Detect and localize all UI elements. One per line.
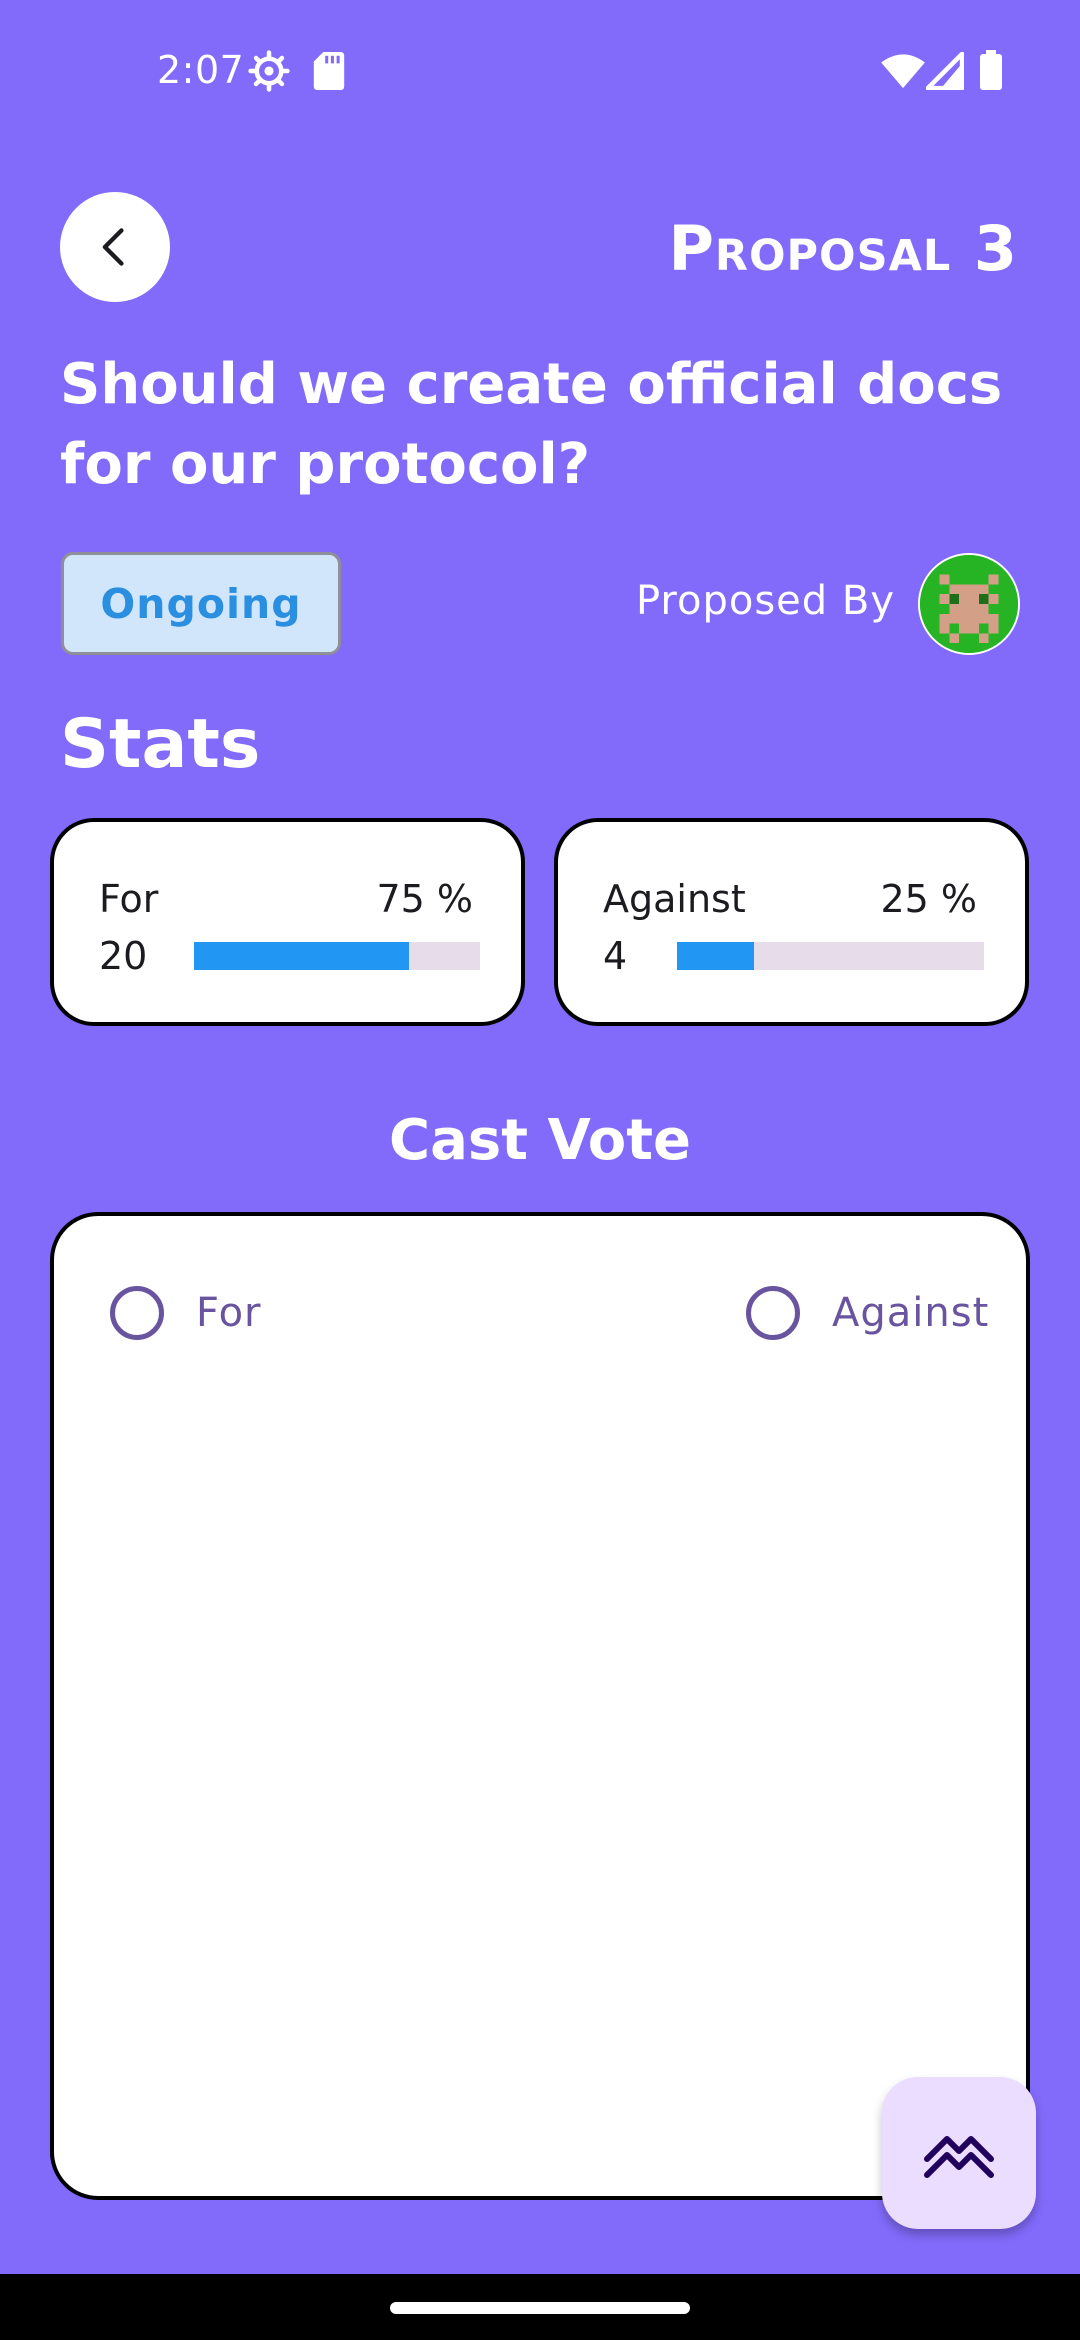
stats-fab-button[interactable]	[882, 2077, 1036, 2229]
radio-against[interactable]	[746, 1286, 800, 1340]
pixel-avatar-icon	[920, 555, 1018, 653]
status-badge: Ongoing	[61, 552, 341, 655]
radio-against-label[interactable]: Against	[832, 1290, 989, 1336]
stat-against-label: Against	[603, 877, 746, 921]
stats-heading: Stats	[60, 705, 261, 784]
stat-for-label: For	[99, 877, 159, 921]
status-bar: 2:07	[0, 0, 1080, 140]
stat-against-percent: 25 %	[880, 877, 977, 921]
stat-for-percent: 75 %	[376, 877, 473, 921]
back-button[interactable]	[60, 192, 170, 302]
signal-icon	[926, 52, 964, 90]
stat-against-count: 4	[603, 934, 628, 978]
proposed-by-label: Proposed By	[636, 578, 895, 624]
proposal-question: Should we create official docs for our p…	[60, 352, 1003, 497]
cast-vote-heading: Cast Vote	[389, 1108, 691, 1173]
gear-icon	[248, 50, 290, 92]
radio-for[interactable]	[110, 1286, 164, 1340]
radio-for-label[interactable]: For	[196, 1290, 262, 1336]
stat-card-against: Against 25 % 4	[554, 818, 1029, 1026]
chevron-left-icon	[102, 228, 124, 266]
stat-for-count: 20	[99, 934, 148, 978]
page-title: Proposal 3	[668, 212, 1018, 285]
sd-card-icon	[313, 52, 345, 90]
avatar[interactable]	[918, 553, 1020, 655]
stat-against-progress-track	[677, 942, 984, 970]
stat-for-progress-fill	[194, 942, 409, 970]
system-nav-bar	[0, 2274, 1080, 2340]
battery-icon	[980, 50, 1002, 90]
home-gesture-handle[interactable]	[390, 2302, 690, 2314]
stat-card-for: For 75 % 20	[50, 818, 525, 1026]
wifi-icon	[881, 54, 925, 89]
vote-card: For Against	[50, 1212, 1030, 2200]
stat-against-progress-fill	[677, 942, 754, 970]
stats-trend-icon	[924, 2136, 994, 2178]
status-time: 2:07	[157, 48, 245, 92]
stat-for-progress-track	[194, 942, 480, 970]
